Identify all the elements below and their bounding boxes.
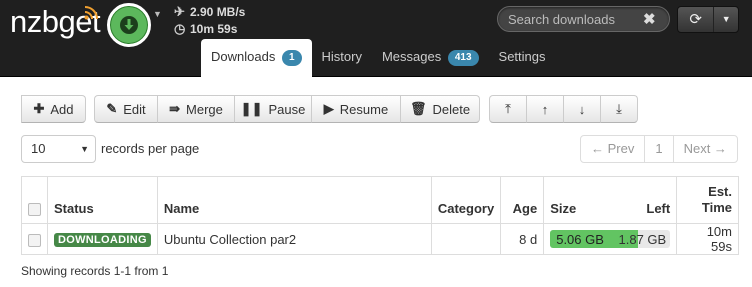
tab-messages[interactable]: Messages 413 [372,39,489,77]
search-box: ✖ [497,6,670,32]
tab-downloads[interactable]: Downloads 1 [201,39,312,77]
chevron-down-icon: ▼ [721,14,731,24]
time-left: ◷ 10m 59s [174,21,237,37]
tab-settings[interactable]: Settings [489,39,556,77]
select-all-cell [21,176,48,224]
refresh-button-group: ⟳ ▼ [677,6,739,33]
time-left-value: 10m 59s [190,22,238,36]
edit-label: Edit [123,101,146,117]
header-est-time-line2: Time [701,200,732,215]
prev-page-button[interactable]: ← Prev [580,135,646,163]
clear-icon[interactable]: ✖ [643,10,656,28]
download-progress-bar: 5.06 GB 1.87 GB [550,230,671,248]
downloads-table: Status Name Category Age Size Left Est. … [21,176,739,255]
tab-badge: 1 [281,50,302,66]
edit-button-group: ✎ Edit ⇛ Merge ❚❚ Pause ▶ Resume 🗑 Delete [94,95,480,123]
pagination: ← Prev 1 Next → [580,135,738,163]
move-up-button[interactable]: ↑ [526,95,564,123]
move-bottom-button[interactable]: ⤓ [600,95,638,123]
download-rate: ✈ 2.90 MB/s [174,4,245,20]
select-all-checkbox[interactable] [28,203,41,216]
arrow-up-icon: ↑ [541,101,549,117]
left-value: 1.87 GB [618,232,667,247]
pause-icon: ❚❚ [240,101,263,116]
refresh-button[interactable]: ⟳ [678,7,715,32]
move-button-group: ⤒ ↑ ↓ ⤓ [489,95,638,123]
arrow-down-icon: ↓ [578,101,586,117]
search-input[interactable] [508,10,638,28]
clock-icon: ◷ [174,21,186,36]
tab-label: Messages [381,49,442,64]
chevron-down-icon[interactable]: ▼ [153,9,162,19]
edit-icon: ✎ [106,101,118,116]
merge-icon: ⇛ [169,101,181,116]
resume-label: Resume [339,101,389,117]
refresh-icon: ⟳ [689,11,702,28]
page-number[interactable]: 1 [644,135,674,163]
header-size-label: Size [550,201,577,216]
header-est-time[interactable]: Est. Time [676,176,739,224]
header-age[interactable]: Age [500,176,545,224]
pause-label: Pause [268,101,306,117]
table-row[interactable]: DOWNLOADING Ubuntu Collection par2 8 d 5… [21,223,739,255]
move-top-button[interactable]: ⤒ [489,95,527,123]
arrow-down-icon [120,16,138,34]
header-category[interactable]: Category [430,176,502,224]
tab-label: Downloads [211,49,276,64]
edit-button[interactable]: ✎ Edit [94,95,158,123]
row-est-time: 10m 59s [676,223,739,255]
next-page-button[interactable]: Next → [672,135,738,163]
table-header-row: Status Name Category Age Size Left Est. … [21,176,739,224]
row-checkbox-cell [21,223,48,255]
header-size[interactable]: Size Left [543,176,678,224]
main-tabs: Downloads 1 History Messages 413 Setting… [201,39,556,77]
download-toggle-button[interactable] [107,3,151,47]
download-rate-value: 2.90 MB/s [190,5,246,19]
header-status[interactable]: Status [47,176,158,224]
tab-history[interactable]: History [312,39,372,77]
plane-icon: ✈ [174,4,185,19]
records-info: Showing records 1-1 from 1 [21,264,169,278]
move-top-icon: ⤒ [505,101,511,116]
tab-badge: 413 [447,50,479,66]
play-icon: ▶ [323,101,334,116]
page-size-value: 10 [31,141,46,156]
row-category [430,223,502,255]
header-est-time-line1: Est. [708,184,732,199]
records-per-page-label: records per page [101,141,200,156]
pause-button[interactable]: ❚❚ Pause [234,95,312,123]
status-badge: DOWNLOADING [54,233,151,247]
tab-label: Settings [498,49,546,64]
move-down-button[interactable]: ↓ [563,95,601,123]
row-age: 8 d [500,223,545,255]
refresh-options-button[interactable]: ▼ [714,7,738,32]
tab-label: History [321,49,362,64]
add-button[interactable]: ✚ Add [21,95,86,123]
merge-button[interactable]: ⇛ Merge [157,95,235,123]
wifi-icon [84,6,98,20]
add-label: Add [50,101,74,117]
row-size-cell: 5.06 GB 1.87 GB [543,223,678,255]
merge-label: Merge [186,101,223,117]
plus-icon: ✚ [33,101,45,116]
row-name[interactable]: Ubuntu Collection par2 [156,223,432,255]
row-checkbox[interactable] [28,233,41,247]
header-name[interactable]: Name [156,176,432,224]
page-size-select[interactable]: 10 ▼ [21,135,96,163]
row-status-cell: DOWNLOADING [47,223,158,255]
move-bottom-icon: ⤓ [616,101,622,116]
trash-icon: 🗑 [409,101,427,116]
resume-button[interactable]: ▶ Resume [311,95,401,123]
size-value: 5.06 GB [556,232,604,247]
chevron-down-icon: ▼ [80,144,89,154]
delete-label: Delete [432,101,471,117]
delete-button[interactable]: 🗑 Delete [400,95,480,123]
add-button-group: ✚ Add [21,95,86,123]
header-left-label: Left [646,201,671,216]
top-navbar: nzbget ▼ ✈2.90 MB/s ◷10m 59s ✖ ⟳ ▼ Downl… [0,0,752,77]
